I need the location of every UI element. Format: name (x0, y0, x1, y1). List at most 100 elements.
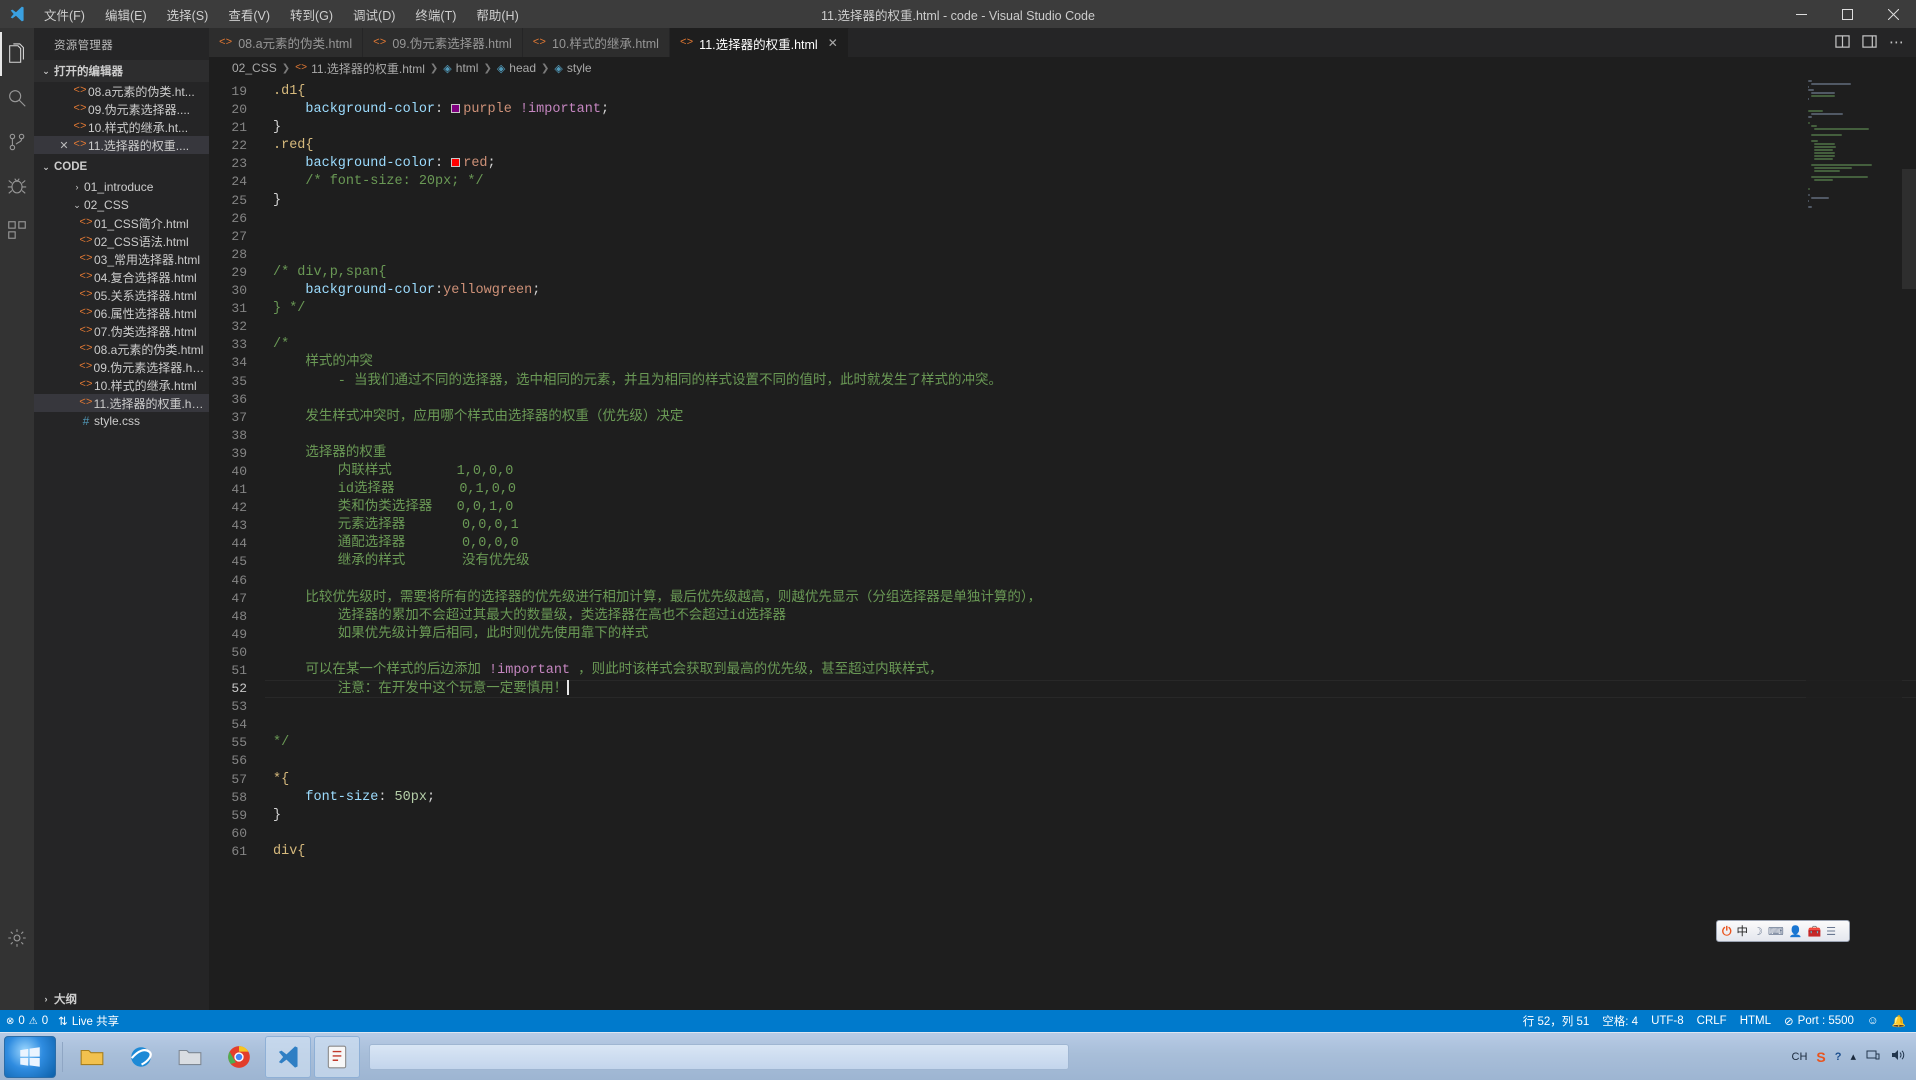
code-line[interactable]: 比较优先级时，需要将所有的选择器的优先级进行相加计算，最后优先级越高，则越优先显… (265, 590, 1916, 608)
help-icon[interactable]: ? (1835, 1051, 1842, 1063)
code-line[interactable] (265, 644, 1916, 662)
file-item[interactable]: # style.css (34, 412, 209, 430)
tray-ime-label[interactable]: CH (1792, 1051, 1808, 1063)
close-button[interactable] (1870, 0, 1916, 28)
code-line[interactable]: 可以在某一个样式的后边添加 !important ，则此时该样式会获取到最高的优… (265, 662, 1916, 680)
tab-09[interactable]: <> 09.伪元素选择器.html (363, 28, 523, 57)
code-line[interactable] (265, 752, 1916, 770)
file-item[interactable]: <> 09.伪元素选择器.html (34, 358, 209, 376)
code-line[interactable]: 元素选择器 0,0,0,1 (265, 517, 1916, 535)
code-line[interactable] (265, 391, 1916, 409)
person-icon[interactable]: 👤 (1789, 925, 1803, 938)
search-icon[interactable] (0, 76, 34, 120)
code-line[interactable]: 内联样式 1,0,0,0 (265, 463, 1916, 481)
menu-debug[interactable]: 调试(D) (343, 1, 405, 28)
settings-gear-icon[interactable] (0, 916, 34, 960)
minimize-button[interactable] (1778, 0, 1824, 28)
menu-file[interactable]: 文件(F) (34, 1, 95, 28)
toolbox-icon[interactable]: 🧰 (1807, 925, 1821, 938)
file-item[interactable]: <> 03_常用选择器.html (34, 250, 209, 268)
code-line[interactable] (265, 427, 1916, 445)
code-line[interactable]: *{ (265, 771, 1916, 789)
menu-view[interactable]: 查看(V) (218, 1, 280, 28)
code-line[interactable]: } (265, 192, 1916, 210)
extensions-icon[interactable] (0, 208, 34, 252)
file-item-active[interactable]: <> 11.选择器的权重.html (34, 394, 209, 412)
tab-10[interactable]: <> 10.样式的继承.html (522, 28, 670, 57)
code-line[interactable]: 注意：在开发中这个玩意一定要慎用！ (265, 680, 1916, 699)
code-line[interactable]: } (265, 807, 1916, 825)
code-line[interactable]: 发生样式冲突时，应用哪个样式由选择器的权重（优先级）决定 (265, 409, 1916, 427)
cursor-position[interactable]: 行 52，列 51 (1523, 1013, 1589, 1029)
taskbar-window-strip[interactable] (369, 1043, 1069, 1070)
code-line[interactable] (265, 698, 1916, 716)
code-line[interactable]: background-color: red; (265, 155, 1916, 173)
eol[interactable]: CRLF (1697, 1015, 1727, 1027)
bell-icon[interactable]: 🔔 (1892, 1014, 1906, 1028)
open-editor-item[interactable]: <> 10.样式的继承.ht... (34, 118, 209, 136)
code-line[interactable]: 类和伪类选择器 0,0,1,0 (265, 499, 1916, 517)
code-line[interactable]: /* font-size: 20px; */ (265, 173, 1916, 191)
moon-icon[interactable]: ☽ (1753, 925, 1763, 938)
more-actions-icon[interactable]: ⋯ (1889, 35, 1904, 50)
breadcrumb-symbol-html[interactable]: ◈ html (443, 61, 478, 75)
code-line[interactable]: 选择器的累加不会超过其最大的数量级，类选择器在高也不会超过id选择器 (265, 608, 1916, 626)
keyboard-icon[interactable]: ⌨ (1768, 925, 1784, 938)
outline-header[interactable]: › 大纲 (34, 988, 209, 1010)
code-line[interactable]: */ (265, 734, 1916, 752)
start-button[interactable] (4, 1035, 56, 1078)
menu-edit[interactable]: 编辑(E) (95, 1, 157, 28)
file-item[interactable]: <> 01_CSS简介.html (34, 214, 209, 232)
code-line[interactable] (265, 210, 1916, 228)
debug-icon[interactable] (0, 164, 34, 208)
breadcrumb-folder[interactable]: 02_CSS (232, 61, 277, 75)
code-line[interactable] (265, 716, 1916, 734)
file-item[interactable]: <> 08.a元素的伪类.html (34, 340, 209, 358)
code-line[interactable]: 通配选择器 0,0,0,0 (265, 535, 1916, 553)
taskbar-chrome[interactable] (216, 1036, 262, 1078)
indentation[interactable]: 空格: 4 (1602, 1013, 1638, 1029)
smiley-icon[interactable]: ☺ (1867, 1015, 1879, 1027)
live-server-port[interactable]: ⊘ Port : 5500 (1784, 1014, 1854, 1028)
code-line[interactable]: 样式的冲突 (265, 354, 1916, 372)
code-line[interactable] (265, 572, 1916, 590)
taskbar-folder[interactable] (167, 1036, 213, 1078)
sogou-icon[interactable]: ⏻ (1722, 924, 1732, 939)
file-item[interactable]: <> 02_CSS语法.html (34, 232, 209, 250)
code-line[interactable]: - 当我们通过不同的选择器，选中相同的元素，并且为相同的样式设置不同的值时，此时… (265, 373, 1916, 391)
show-hidden-icon[interactable]: ▴ (1850, 1050, 1856, 1063)
explorer-icon[interactable] (0, 32, 34, 76)
code-line[interactable]: } */ (265, 300, 1916, 318)
code-line[interactable]: } (265, 119, 1916, 137)
volume-icon[interactable] (1890, 1047, 1906, 1066)
code-editor[interactable]: 19 20 21 22 23 24 25 26 27 28 29 30 31 32 33 34 35 36 37 38… (209, 79, 1916, 1010)
menu-help[interactable]: 帮助(H) (466, 1, 528, 28)
breadcrumb-file[interactable]: <> 11.选择器的权重.html (295, 60, 425, 77)
file-item[interactable]: <> 07.伪类选择器.html (34, 322, 209, 340)
language-mode[interactable]: HTML (1740, 1015, 1771, 1027)
taskbar-editor[interactable] (314, 1035, 360, 1078)
problems-indicator[interactable]: ⊗ 0 ⚠ 0 (6, 1015, 48, 1027)
split-editor-icon[interactable] (1835, 34, 1850, 52)
menu-go[interactable]: 转到(G) (280, 1, 343, 28)
breadcrumb-symbol-head[interactable]: ◈ head (497, 61, 536, 75)
encoding[interactable]: UTF-8 (1651, 1015, 1684, 1027)
tab-08[interactable]: <> 08.a元素的伪类.html (209, 28, 364, 57)
menu-icon[interactable]: ☰ (1826, 925, 1836, 938)
maximize-button[interactable] (1824, 0, 1870, 28)
open-editor-item[interactable]: <> 09.伪元素选择器.... (34, 100, 209, 118)
folder-01-introduce[interactable]: › 01_introduce (34, 178, 209, 196)
taskbar-ie[interactable] (118, 1036, 164, 1078)
ime-mode-label[interactable]: 中 (1737, 923, 1749, 939)
file-item[interactable]: <> 06.属性选择器.html (34, 304, 209, 322)
network-icon[interactable] (1865, 1047, 1881, 1066)
code-line[interactable]: font-size: 50px; (265, 789, 1916, 807)
taskbar-explorer[interactable] (69, 1036, 115, 1078)
code-line[interactable] (265, 246, 1916, 264)
scrollbar-thumb[interactable] (1902, 169, 1916, 289)
layout-panel-icon[interactable] (1862, 34, 1877, 52)
workspace-header[interactable]: ⌄ CODE (34, 156, 209, 178)
folder-02-css[interactable]: ⌄ 02_CSS (34, 196, 209, 214)
code-line[interactable]: id选择器 0,1,0,0 (265, 481, 1916, 499)
code-line[interactable]: /* (265, 336, 1916, 354)
